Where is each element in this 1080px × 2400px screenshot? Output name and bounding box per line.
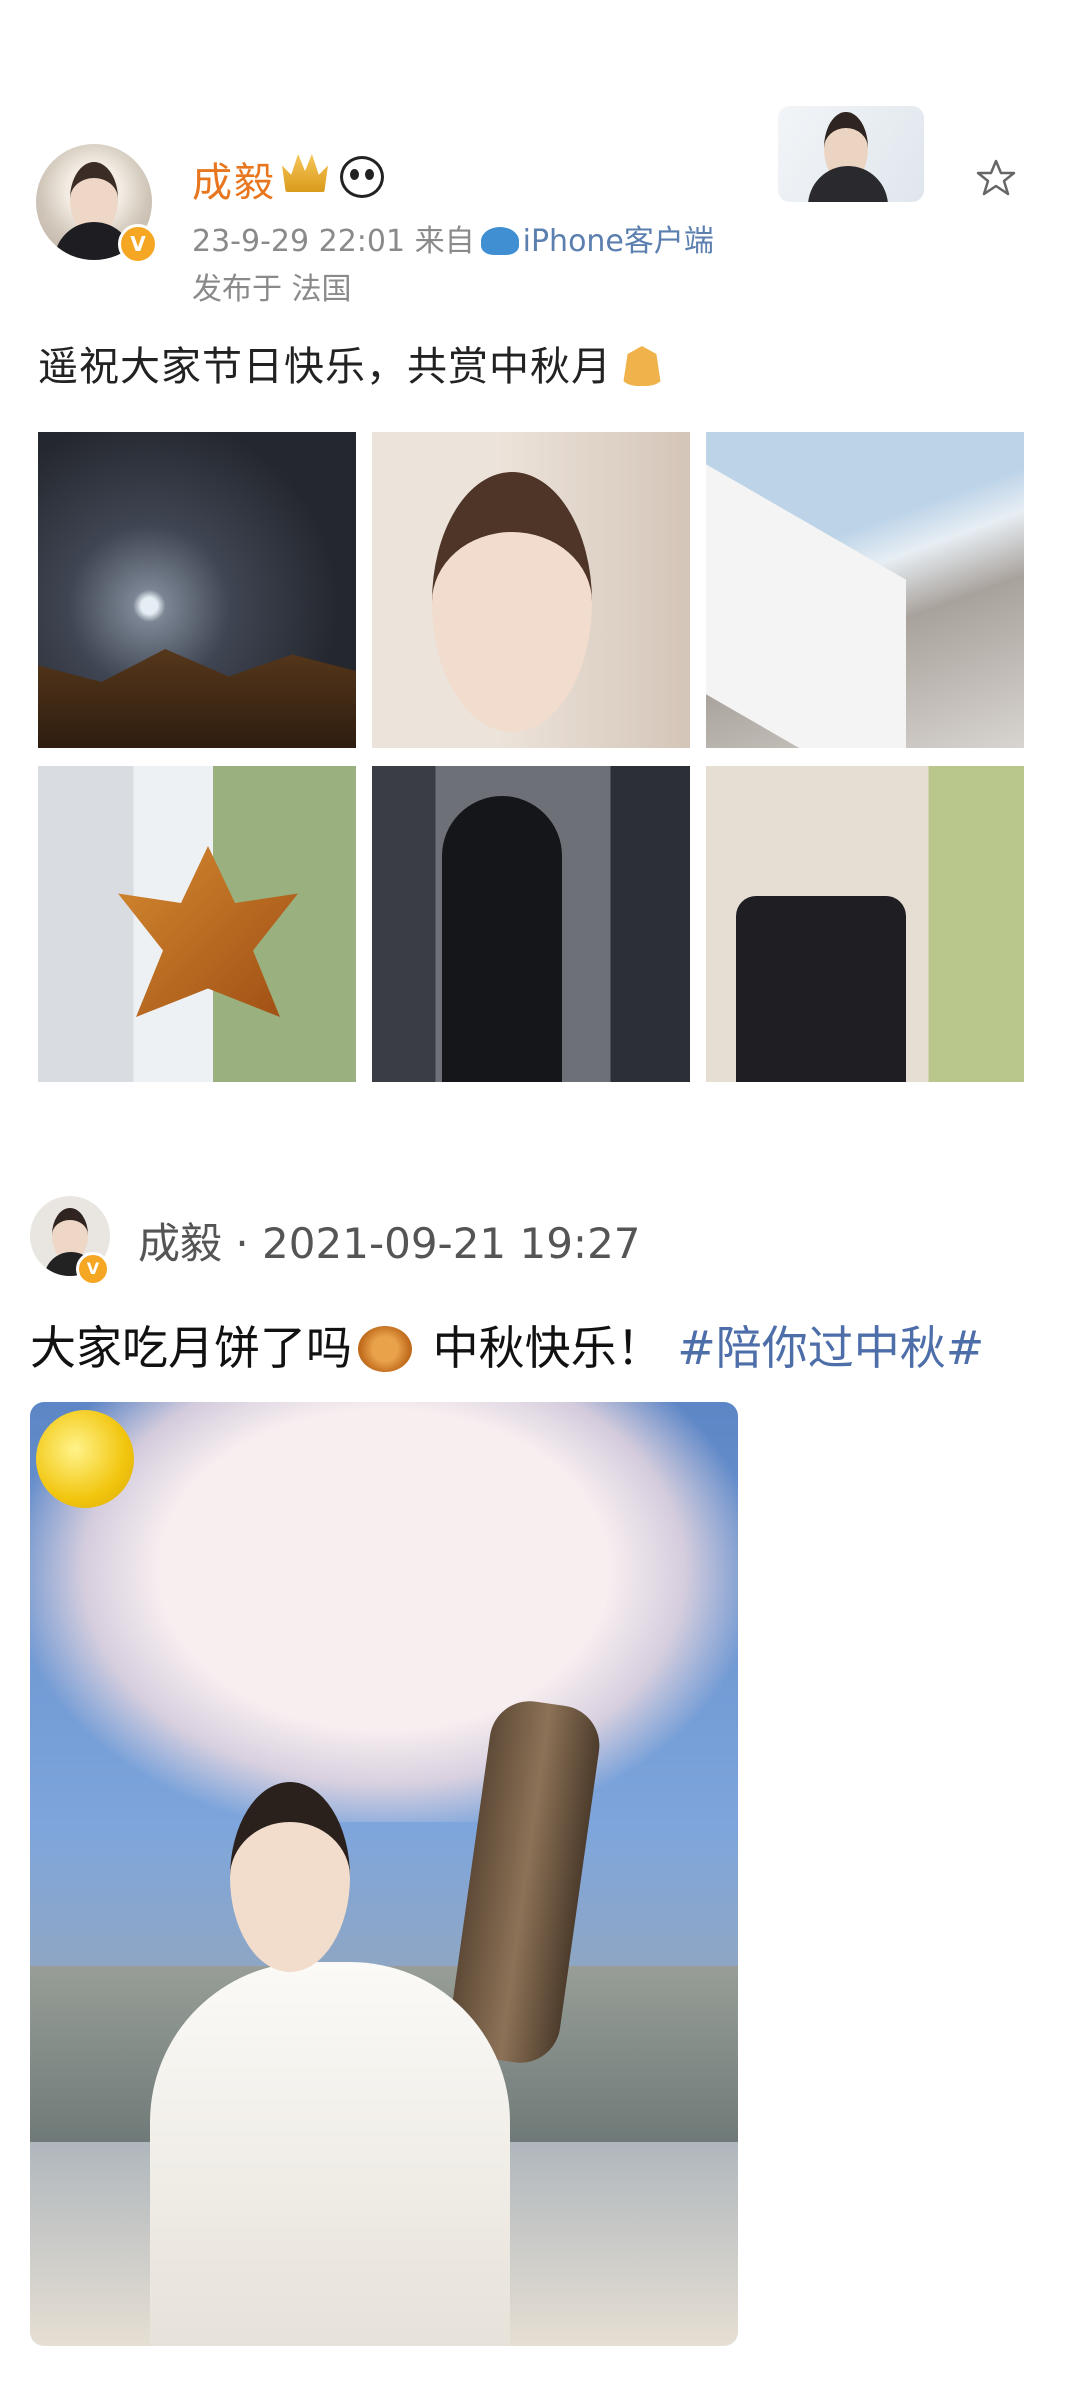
post-2: V 成毅 · 2021-09-21 19:27 大家吃月饼了吗 中秋快乐！ #陪…	[0, 1180, 1080, 2400]
window-reflection-photo[interactable]	[706, 432, 1024, 748]
cherry-blossom	[30, 1402, 738, 1822]
verified-icon: V	[76, 1252, 110, 1286]
username[interactable]: 成毅	[192, 150, 276, 208]
post-meta: 23-9-29 22:01 来自 iPhone客户端	[192, 216, 714, 260]
moon-night-photo[interactable]	[38, 432, 356, 748]
timestamp: 23-9-29 22:01	[192, 224, 406, 259]
verified-icon: V	[118, 224, 158, 264]
mooncake-costume-photo[interactable]	[30, 1402, 738, 2346]
moon-icon	[36, 1410, 134, 1508]
post-text: 大家吃月饼了吗 中秋快乐！ #陪你过中秋#	[30, 1312, 984, 1378]
hands-icon	[622, 346, 662, 386]
post-text-after: 中秋快乐！	[418, 1321, 678, 1375]
star-icon[interactable]	[976, 158, 1016, 198]
hashtag-link[interactable]: #陪你过中秋#	[677, 1321, 984, 1375]
image-grid	[38, 432, 1024, 1086]
person-head	[230, 1782, 350, 1972]
author-line[interactable]: 成毅 · 2021-09-21 19:27	[138, 1210, 641, 1271]
post-text: 遥祝大家节日快乐，共赏中秋月	[38, 334, 666, 392]
black-suit-photo[interactable]	[372, 766, 690, 1082]
white-robe	[150, 1962, 510, 2346]
location: 发布于 法国	[192, 272, 352, 307]
mooncake-icon	[358, 1326, 412, 1372]
panda-icon[interactable]	[340, 156, 384, 198]
maple-leaf-photo[interactable]	[38, 766, 356, 1082]
profile-photo[interactable]	[372, 432, 690, 748]
whale-icon	[480, 227, 519, 255]
crown-icon[interactable]	[282, 154, 328, 192]
post-1: V 成毅 23-9-29 22:01 来自 iPhone客户端 发布于 法国 遥祝…	[0, 0, 1080, 1100]
source-prefix: 来自	[414, 224, 475, 259]
post-text-content: 遥祝大家节日快乐，共赏中秋月	[38, 344, 612, 390]
portrait-body	[808, 166, 888, 202]
seated-photo[interactable]	[706, 766, 1024, 1082]
portrait-badge[interactable]	[778, 106, 924, 202]
post-text-main: 大家吃月饼了吗	[30, 1321, 352, 1375]
source-client-link[interactable]: iPhone客户端	[523, 224, 714, 259]
